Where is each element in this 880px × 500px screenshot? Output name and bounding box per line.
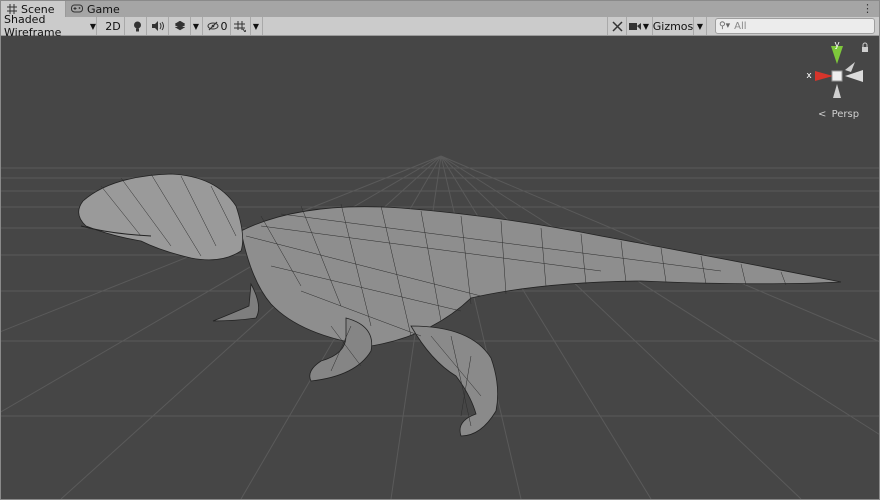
lighting-toggle-button[interactable] <box>128 17 147 35</box>
effects-toggle-button[interactable] <box>170 17 191 35</box>
lock-icon[interactable] <box>862 42 868 52</box>
gizmo-label-x: x <box>806 71 812 81</box>
scene-window: Scene Game ⋮ Shaded Wireframe ▼ 2D ▼ 0 ▼… <box>0 0 880 500</box>
gizmo-axis-neg-y[interactable] <box>833 84 841 98</box>
gizmo-axis-neg-x[interactable] <box>845 70 863 82</box>
projection-toggle[interactable]: < Persp <box>818 109 859 120</box>
gizmo-axis-x[interactable] <box>815 71 833 81</box>
hidden-objects-toggle[interactable]: 0 <box>204 17 231 35</box>
projection-label: Persp <box>832 109 860 120</box>
toggle-2d-label: 2D <box>105 19 121 33</box>
scene-search-field[interactable]: ⚲▾ All <box>715 18 875 34</box>
chevron-down-icon: ▼ <box>192 21 200 31</box>
chevron-left-icon: < <box>818 109 826 120</box>
gizmos-label: Gizmos <box>652 19 694 33</box>
eye-slash-icon <box>207 21 219 31</box>
tab-game-label: Game <box>87 2 120 16</box>
hidden-count: 0 <box>220 19 228 33</box>
orientation-gizmo[interactable]: y x < Persp <box>806 40 868 120</box>
tools-icon <box>611 20 623 32</box>
gizmo-center-cube[interactable] <box>831 70 843 82</box>
camera-settings-button[interactable]: ▼ <box>626 17 653 35</box>
chevron-down-icon: ▼ <box>89 21 96 31</box>
grid-dropdown-button[interactable]: ▼ <box>250 17 263 35</box>
lightbulb-icon <box>133 21 142 32</box>
search-icon: ⚲▾ <box>719 21 731 31</box>
gizmos-button[interactable]: Gizmos <box>653 17 694 35</box>
draw-mode-dropdown[interactable]: Shaded Wireframe ▼ <box>1 13 97 39</box>
trex-model[interactable] <box>78 173 842 437</box>
toggle-2d-button[interactable]: 2D <box>102 17 125 35</box>
scene-viewport[interactable]: y x < Persp <box>1 36 879 499</box>
grid-snap-icon <box>234 20 246 32</box>
layers-icon <box>174 21 186 31</box>
scene-canvas[interactable]: y x < Persp <box>1 36 879 499</box>
effects-dropdown-button[interactable]: ▼ <box>190 17 203 35</box>
grid-toggle-button[interactable] <box>230 17 251 35</box>
camera-icon <box>628 22 641 31</box>
more-options-icon[interactable]: ⋮ <box>862 2 873 15</box>
chevron-down-icon: ▼ <box>252 21 260 31</box>
gizmos-dropdown-button[interactable]: ▼ <box>694 17 707 35</box>
tab-bar: Scene Game ⋮ <box>1 1 879 17</box>
gizmo-label-y: y <box>834 40 840 50</box>
tools-button[interactable] <box>607 17 627 35</box>
chevron-down-icon: ▼ <box>696 21 704 31</box>
scene-toolbar: Shaded Wireframe ▼ 2D ▼ 0 ▼ ▼ Gizmos ▼ ⚲… <box>1 13 879 39</box>
gizmo-axis-z[interactable] <box>845 62 855 72</box>
speaker-icon <box>152 21 164 31</box>
chevron-down-icon: ▼ <box>642 21 650 31</box>
search-placeholder: All <box>734 20 747 32</box>
audio-toggle-button[interactable] <box>148 17 169 35</box>
